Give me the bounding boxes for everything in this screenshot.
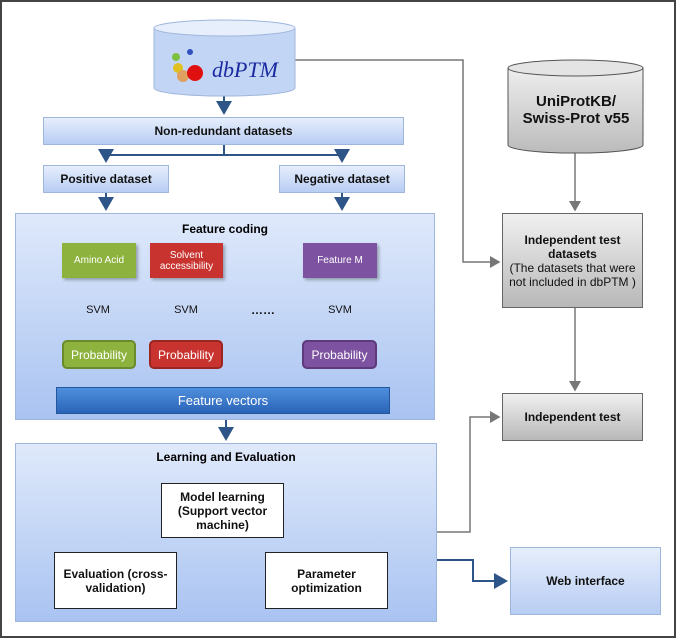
negative-dataset-box: Negative dataset <box>279 165 405 193</box>
svm-label-1: SVM <box>86 304 110 316</box>
dbptm-logo: dbPTM <box>212 57 278 82</box>
probability-2: Probability <box>149 340 223 369</box>
uniprot-label: UniProtKB/ Swiss-Prot v55 <box>522 93 630 127</box>
parameter-optimization-box: Parameter optimization <box>265 552 388 609</box>
feature-amino-acid: Amino Acid <box>62 243 136 278</box>
svm-label-2: SVM <box>174 304 198 316</box>
ellipsis: …… <box>251 303 275 317</box>
positive-dataset-box: Positive dataset <box>43 165 169 193</box>
web-interface-box: Web interface <box>510 547 661 615</box>
nonredundant-datasets-box: Non-redundant datasets <box>43 117 404 145</box>
independent-test-datasets-box: Independent test datasets (The datasets … <box>502 213 643 308</box>
learning-title: Learning and Evaluation <box>156 450 296 464</box>
independent-test-box: Independent test <box>502 393 643 441</box>
feature-solvent-accessibility: Solvent accessibility <box>150 243 223 278</box>
feature-m: Feature M <box>303 243 377 278</box>
svm-label-3: SVM <box>328 304 352 316</box>
feature-vectors-bar: Feature vectors <box>56 387 390 414</box>
independent-datasets-note: (The datasets that were not included in … <box>509 260 636 289</box>
independent-datasets-title: Independent test datasets <box>524 232 621 261</box>
probability-3: Probability <box>302 340 377 369</box>
feature-coding-title: Feature coding <box>181 222 268 236</box>
evaluation-box: Evaluation (cross-validation) <box>54 552 177 609</box>
probability-1: Probability <box>62 340 136 369</box>
model-learning-box: Model learning (Support vector machine) <box>161 483 284 538</box>
